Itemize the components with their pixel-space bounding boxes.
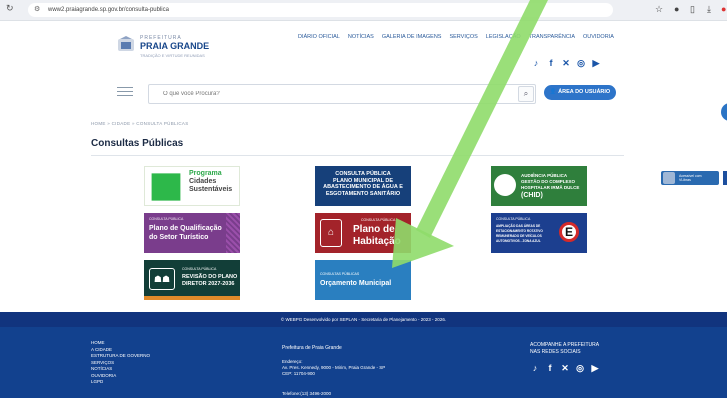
nav-ouvidoria[interactable]: OUVIDORIA bbox=[583, 34, 614, 40]
people-group-icon: ☗☗ bbox=[149, 268, 175, 290]
youtube-icon[interactable]: ▶ bbox=[590, 363, 600, 373]
breadcrumb[interactable]: HOME » CIDADE » CONSULTA PÚBLICAS bbox=[91, 121, 189, 126]
card-chid[interactable]: AUDIÊNCIA PÚBLICA GESTÃO DO COMPLEXO HOS… bbox=[491, 166, 587, 206]
copyright-bar: © WEBPG Desenvolvido por SEPLAN - Secret… bbox=[0, 312, 727, 327]
address-bar[interactable]: ⚙ www2.praiagrande.sp.gov.br/consulta-pu… bbox=[28, 3, 613, 17]
footer-address: Endereço: Av. Pres. Kennedy, 9000 - Miri… bbox=[282, 359, 385, 377]
card-chid-line4: (CHID) bbox=[521, 192, 543, 199]
card-estacionamento-sub: CONSULTA PÚBLICA bbox=[496, 217, 531, 221]
card-chid-line2: GESTÃO DO COMPLEXO bbox=[521, 179, 576, 184]
x-icon[interactable]: ✕ bbox=[561, 58, 571, 68]
card-abastecimento-agua[interactable]: CONSULTA PÚBLICA PLANO MUNICIPAL DE ABAS… bbox=[315, 166, 411, 206]
card-plano-habitacao[interactable]: ⌂ CONSULTA PÚBLICA Plano de Habitação bbox=[315, 213, 411, 253]
decorative-stripe bbox=[226, 213, 240, 253]
nav-legislacao[interactable]: LEGISLAÇÃO bbox=[486, 34, 521, 40]
card-estacionamento-line1: AMPLIAÇÃO DAS ÁREAS DE bbox=[496, 224, 541, 228]
page-title: Consultas Públicas bbox=[91, 138, 184, 149]
facebook-icon[interactable]: f bbox=[546, 58, 556, 68]
extensions-icon[interactable]: ▯ bbox=[690, 4, 695, 14]
footer-links: HOME A CIDADE ESTRUTURA DE GOVERNO SERVI… bbox=[91, 340, 150, 386]
card-orcamento-sub: CONSULTAS PÚBLICAS bbox=[320, 272, 360, 276]
card-cidades-line3: Sustentáveis bbox=[189, 186, 233, 193]
footer-address-cep: CEP: 11704-900 bbox=[282, 371, 315, 376]
nav-noticias[interactable]: NOTÍCIAS bbox=[348, 34, 374, 40]
city-crest-icon[interactable] bbox=[116, 36, 136, 53]
hamburger-menu-button[interactable] bbox=[117, 84, 133, 96]
card-estacionamento-line4: AUTOMOTIVOS - ZONA AZUL bbox=[496, 239, 541, 243]
card-estacionamento-line2: ESTACIONAMENTO ROTATIVO bbox=[496, 229, 543, 233]
footer-phone: Telefone:(13) 3496-2000 bbox=[282, 391, 332, 396]
card-setor-turistico[interactable]: CONSULTA PÚBLICA Plano de Qualificação d… bbox=[144, 213, 240, 253]
logo-tagline: TRADIÇÃO E VIRTUDE REUNIDAS bbox=[140, 53, 205, 58]
vlibras-avatar bbox=[663, 172, 675, 184]
card-abastecimento-line3: ABASTECIMENTO DE ÁGUA E bbox=[323, 184, 403, 190]
card-estacionamento-line3: REMUNERADO DE VEÍCULOS bbox=[496, 234, 542, 238]
footer-link-lgpd[interactable]: LGPD bbox=[91, 379, 150, 386]
youtube-icon[interactable]: ▶ bbox=[591, 58, 601, 68]
instagram-icon[interactable]: ◎ bbox=[576, 58, 586, 68]
star-icon[interactable]: ☆ bbox=[655, 4, 663, 14]
site-info-icon[interactable]: ⚙ bbox=[34, 3, 40, 17]
hospital-photo-icon bbox=[494, 174, 516, 196]
card-cidades-line2: Cidades bbox=[189, 178, 217, 185]
card-cidades-sustentaveis[interactable]: Programa Cidades Sustentáveis bbox=[144, 166, 240, 206]
user-area-label: ÁREA DO USUÁRIO bbox=[558, 89, 611, 95]
nav-diario-oficial[interactable]: DIÁRIO OFICIAL bbox=[298, 34, 340, 40]
footer-org-name: Prefeitura de Praia Grande bbox=[282, 345, 342, 351]
vlibras-line2: VLibras bbox=[679, 178, 691, 182]
search-icon[interactable]: ⌕ bbox=[518, 86, 534, 102]
social-links: ♪ f ✕ ◎ ▶ bbox=[531, 58, 601, 68]
accessibility-bubble-icon[interactable] bbox=[721, 103, 727, 121]
footer: HOME A CIDADE ESTRUTURA DE GOVERNO SERVI… bbox=[0, 327, 727, 398]
nav-transparencia[interactable]: TRANSPARÊNCIA bbox=[529, 34, 575, 40]
menu-icon[interactable]: ● bbox=[721, 4, 726, 14]
card-abastecimento-line4: ESGOTAMENTO SANITÁRIO bbox=[325, 190, 401, 197]
card-turistico-line1: Plano de Qualificação bbox=[149, 225, 222, 232]
footer-social-links: ♪ f ✕ ◎ ▶ bbox=[530, 363, 600, 373]
search-input[interactable] bbox=[148, 84, 536, 104]
reload-icon[interactable]: ↻ bbox=[6, 3, 14, 14]
user-area-button[interactable]: 👤 ÁREA DO USUÁRIO bbox=[544, 85, 616, 100]
footer-follow-line1: ACOMPANHE A PREFEITURA bbox=[530, 342, 600, 348]
card-zona-azul[interactable]: CONSULTA PÚBLICA AMPLIAÇÃO DAS ÁREAS DE … bbox=[491, 213, 587, 253]
card-chid-line1: AUDIÊNCIA PÚBLICA bbox=[521, 173, 568, 178]
document-icon: ⌂ bbox=[320, 219, 342, 247]
card-cidades-line1: Programa bbox=[189, 170, 222, 177]
nav-servicos[interactable]: SERVIÇOS bbox=[449, 34, 477, 40]
card-plano-diretor[interactable]: ☗☗ CONSULTA PÚBLICA REVISÃO DO PLANO DIR… bbox=[144, 260, 240, 300]
card-orcamento-municipal[interactable]: CONSULTAS PÚBLICAS Orçamento Municipal bbox=[315, 260, 411, 300]
top-navigation: DIÁRIO OFICIAL NOTÍCIAS GALERIA DE IMAGE… bbox=[298, 34, 614, 40]
parking-sign-icon: E bbox=[559, 222, 579, 242]
profile-icon[interactable]: ● bbox=[674, 4, 679, 14]
side-tab[interactable] bbox=[723, 171, 727, 185]
orange-accent-bar bbox=[144, 296, 240, 300]
tiktok-icon[interactable]: ♪ bbox=[531, 58, 541, 68]
tiktok-icon[interactable]: ♪ bbox=[530, 363, 540, 373]
vlibras-widget[interactable]: Acessível com VLibras bbox=[661, 171, 719, 185]
card-turistico-sub: CONSULTA PÚBLICA bbox=[149, 217, 184, 221]
card-chid-line3: HOSPITALAR IRMÃ DULCE bbox=[521, 185, 580, 190]
card-plano-diretor-line2: DIRETOR 2027-2036 bbox=[182, 281, 235, 287]
card-orcamento-title: Orçamento Municipal bbox=[320, 280, 392, 287]
footer-link-estrutura[interactable]: ESTRUTURA DE GOVERNO bbox=[91, 353, 150, 360]
card-plano-diretor-sub: CONSULTA PÚBLICA bbox=[182, 267, 217, 271]
card-habitacao-sub: CONSULTA PÚBLICA bbox=[361, 218, 396, 222]
browser-toolbar: ↻ ⚙ www2.praiagrande.sp.gov.br/consulta-… bbox=[0, 0, 727, 21]
footer-follow-line2: NAS REDES SOCIAIS bbox=[530, 348, 581, 355]
x-icon[interactable]: ✕ bbox=[560, 363, 570, 373]
sustainable-cities-logo-icon bbox=[151, 173, 181, 201]
card-habitacao-line1: Plano de bbox=[353, 224, 395, 235]
divider bbox=[91, 155, 624, 156]
instagram-icon[interactable]: ◎ bbox=[575, 363, 585, 373]
card-plano-diretor-line1: REVISÃO DO PLANO bbox=[182, 274, 238, 280]
download-icon[interactable]: ⤓ bbox=[707, 4, 711, 14]
card-turistico-line2: do Setor Turístico bbox=[149, 234, 209, 241]
nav-galeria[interactable]: GALERIA DE IMAGENS bbox=[382, 34, 442, 40]
facebook-icon[interactable]: f bbox=[545, 363, 555, 373]
url-text: www2.praiagrande.sp.gov.br/consulta-publ… bbox=[48, 7, 169, 13]
footer-follow-text: ACOMPANHE A PREFEITURA NAS REDES SOCIAIS bbox=[530, 342, 599, 355]
card-habitacao-line2: Habitação bbox=[353, 236, 401, 247]
logo-name[interactable]: PRAIA GRANDE bbox=[140, 41, 209, 51]
